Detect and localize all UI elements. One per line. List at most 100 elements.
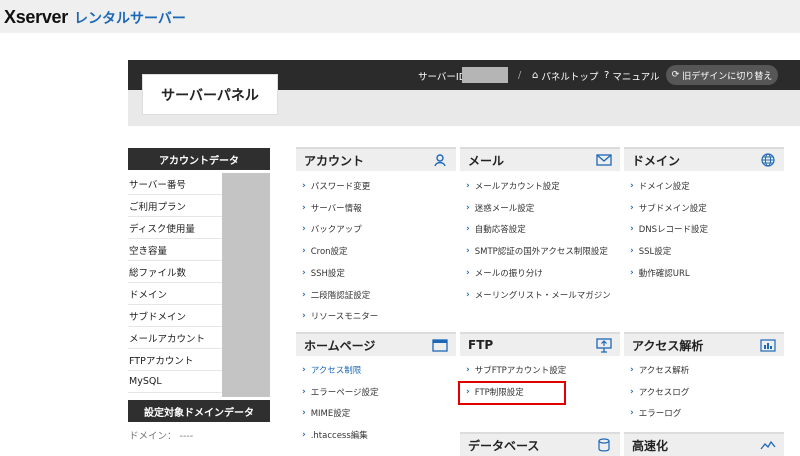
section-account-link[interactable]: › SSH設定 [302, 263, 345, 283]
envelope-icon [596, 152, 612, 168]
section-speedup-header: 高速化 [624, 432, 784, 456]
section-database-title: データベース [468, 438, 540, 453]
logo-subtitle: レンタルサーバー [73, 11, 186, 27]
section-link-label: メールの振り分け [474, 268, 543, 279]
chevron-right-icon: › [302, 224, 306, 235]
chevron-right-icon: › [302, 386, 306, 397]
chevron-right-icon: › [466, 267, 470, 278]
speed-icon [760, 437, 776, 453]
old-design-button[interactable]: ⟳ 旧デザインに切り替え [666, 65, 778, 85]
xserver-logo[interactable]: Xserver レンタルサーバー [4, 7, 186, 28]
section-analytics-link[interactable]: › エラーログ [630, 403, 681, 423]
chevron-right-icon: › [630, 365, 634, 375]
section-account-link[interactable]: › バックアップ [302, 219, 362, 239]
section-mail-link[interactable]: › メーリングリスト・メールマガジン [466, 285, 611, 305]
chevron-right-icon: › [302, 289, 306, 300]
nav-panel-top[interactable]: ⌂ パネルトップ [532, 67, 598, 84]
section-mail-link[interactable]: › 自動応答設定 [466, 219, 526, 239]
chevron-right-icon: › [466, 202, 470, 213]
section-domain-link[interactable]: › ドメイン設定 [630, 176, 690, 196]
section-link-label: サブFTPアカウント設定 [474, 366, 567, 376]
section-link-label: 自動応答設定 [474, 225, 526, 236]
section-domain-link[interactable]: › 動作確認URL [630, 263, 690, 283]
section-domain-link[interactable]: › SSL設定 [630, 241, 671, 261]
chevron-right-icon: › [302, 408, 306, 419]
database-icon [596, 437, 612, 453]
section-mail-link[interactable]: › 迷惑メール設定 [466, 198, 534, 218]
section-mail-link[interactable]: › SMTP認証の国外アクセス制限設定 [466, 241, 608, 261]
chevron-right-icon: › [302, 311, 306, 322]
section-link-label: バックアップ [310, 225, 362, 236]
target-domain-row: ドメイン： ---- [129, 431, 194, 442]
section-link-label: サブドメイン設定 [638, 203, 707, 214]
chevron-right-icon: › [466, 181, 470, 191]
panel-header: サーバーパネル サーバーID / ⌂ パネルトップ ? マニュアル ⟳ 旧デザイ… [128, 60, 800, 126]
section-analytics-title: アクセス解析 [632, 338, 704, 353]
chevron-right-icon: › [630, 386, 634, 397]
section-mail-link[interactable]: › メールアカウント設定 [466, 176, 560, 196]
section-analytics-link[interactable]: › アクセス解析 [630, 360, 689, 380]
old-design-label: 旧デザインに切り替え [682, 71, 773, 82]
section-link-label: 二段階認証設定 [310, 290, 371, 301]
chevron-right-icon: › [302, 181, 306, 191]
section-link-label: ドメイン設定 [638, 182, 690, 192]
section-account-title: アカウント [304, 153, 365, 168]
section-mail-link[interactable]: › メールの振り分け [466, 263, 543, 283]
section-speedup-title: 高速化 [632, 438, 669, 453]
section-link-label: SSH設定 [310, 268, 345, 279]
section-homepage-link[interactable]: › MIME設定 [302, 403, 350, 423]
section-account-link[interactable]: › Cron設定 [302, 241, 348, 261]
server-id-label: サーバーID [418, 71, 467, 83]
section-homepage-link[interactable]: › エラーページ設定 [302, 382, 379, 402]
section-account-link[interactable]: › サーバー情報 [302, 198, 362, 218]
home-icon: ⌂ [532, 70, 539, 81]
section-link-label: エラーページ設定 [310, 387, 379, 398]
chevron-right-icon: › [630, 224, 634, 235]
account-data-heading: アカウントデータ [128, 148, 270, 170]
section-ftp-header: FTP [460, 332, 620, 356]
section-homepage-link[interactable]: › .htaccess編集 [302, 425, 368, 445]
nav-manual-label: マニュアル [612, 71, 660, 83]
section-account-link[interactable]: › 二段階認証設定 [302, 285, 370, 305]
chevron-right-icon: › [630, 408, 634, 419]
section-domain-title: ドメイン [632, 153, 681, 168]
switch-icon: ⟳ [671, 70, 680, 80]
section-link-label: リソースモニター [310, 312, 379, 323]
nav-divider: / [518, 70, 522, 81]
chevron-right-icon: › [466, 224, 470, 235]
bar-chart-icon [760, 337, 776, 353]
section-link-label: 迷惑メール設定 [474, 203, 535, 214]
top-bar: Xserver レンタルサーバー [0, 0, 800, 33]
chevron-right-icon: › [466, 365, 470, 375]
section-account-link[interactable]: › パスワード変更 [302, 176, 370, 196]
section-mail-header: メール [460, 147, 620, 171]
section-domain-header: ドメイン [624, 147, 784, 171]
nav-panel-top-label: パネルトップ [541, 71, 599, 83]
chevron-right-icon: › [302, 267, 306, 278]
section-link-label: アクセス制限 [310, 366, 362, 376]
chevron-right-icon: › [630, 181, 634, 191]
chevron-right-icon: › [466, 246, 470, 257]
section-link-label: サーバー情報 [310, 203, 362, 214]
section-domain-link[interactable]: › サブドメイン設定 [630, 198, 707, 218]
section-link-label: メーリングリスト・メールマガジン [474, 290, 611, 301]
target-domain-heading: 設定対象ドメインデータ [128, 400, 270, 422]
section-database-header: データベース [460, 432, 620, 456]
account-data-values-redacted [222, 173, 270, 397]
section-link-label: .htaccess編集 [310, 431, 368, 442]
section-ftp-link[interactable]: › サブFTPアカウント設定 [466, 360, 566, 380]
section-analytics-link[interactable]: › アクセスログ [630, 382, 689, 402]
section-mail-title: メール [468, 153, 505, 168]
section-link-label: メールアカウント設定 [474, 182, 560, 192]
section-domain-link[interactable]: › DNSレコード設定 [630, 219, 708, 239]
section-account-link[interactable]: › リソースモニター [302, 306, 378, 326]
section-link-label: Cron設定 [310, 247, 348, 258]
section-homepage-link[interactable]: › アクセス制限 [302, 360, 361, 380]
section-link-label: DNSレコード設定 [638, 225, 709, 236]
chevron-right-icon: › [302, 246, 306, 257]
chevron-right-icon: › [302, 202, 306, 213]
person-icon [432, 152, 448, 168]
nav-manual[interactable]: ? マニュアル [604, 67, 660, 84]
chevron-right-icon: › [466, 289, 470, 300]
section-link-label: 動作確認URL [638, 268, 690, 279]
